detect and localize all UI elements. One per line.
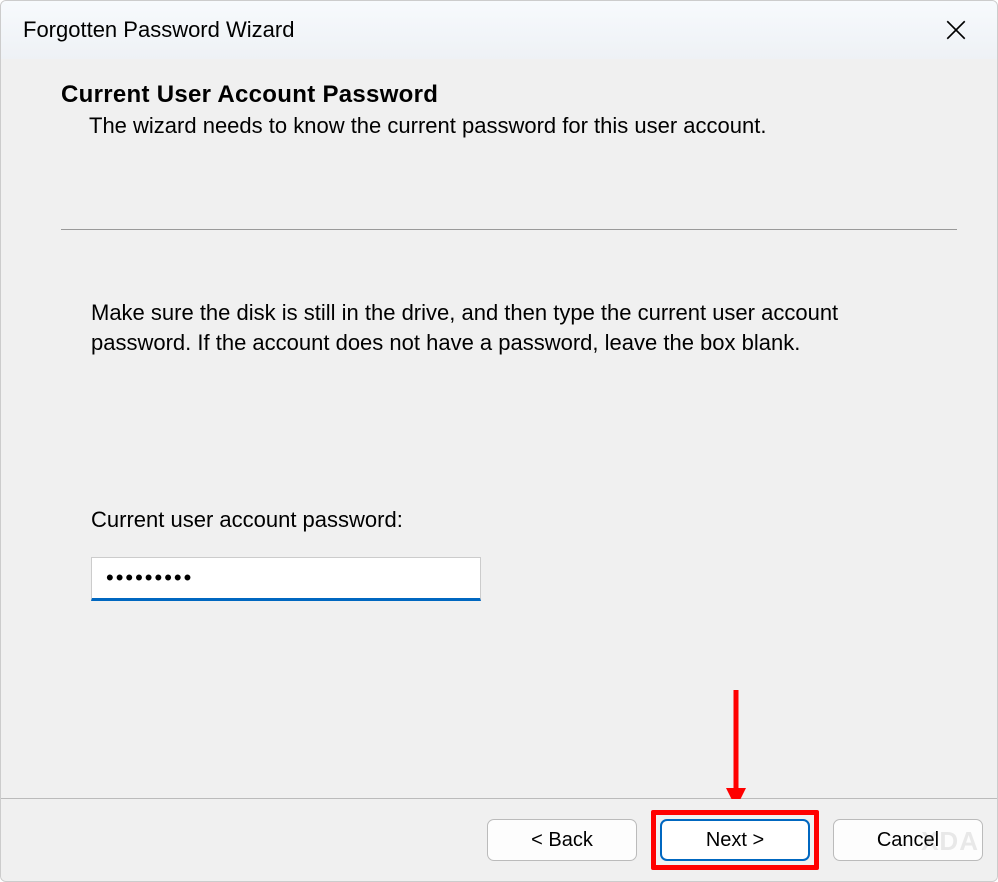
x-icon (946, 20, 966, 40)
close-icon[interactable] (933, 7, 979, 53)
wizard-window: Forgotten Password Wizard Current User A… (0, 0, 998, 882)
annotation-highlight: Next > (651, 810, 819, 870)
back-button[interactable]: < Back (487, 819, 637, 861)
window-title: Forgotten Password Wizard (23, 17, 294, 43)
page-subtitle: The wizard needs to know the current pas… (89, 113, 957, 139)
wizard-content: Make sure the disk is still in the drive… (1, 256, 997, 798)
header-divider (61, 229, 957, 230)
password-label: Current user account password: (91, 507, 907, 533)
password-field-group: Current user account password: (91, 507, 907, 601)
cancel-button[interactable]: Cancel (833, 819, 983, 861)
titlebar: Forgotten Password Wizard (1, 1, 997, 59)
page-title: Current User Account Password (61, 81, 957, 109)
password-input[interactable] (91, 557, 481, 601)
wizard-footer: < Back Next > Cancel XDA (1, 799, 997, 881)
wizard-header: Current User Account Password The wizard… (1, 59, 997, 256)
instruction-text: Make sure the disk is still in the drive… (91, 298, 881, 357)
next-button[interactable]: Next > (660, 819, 810, 861)
